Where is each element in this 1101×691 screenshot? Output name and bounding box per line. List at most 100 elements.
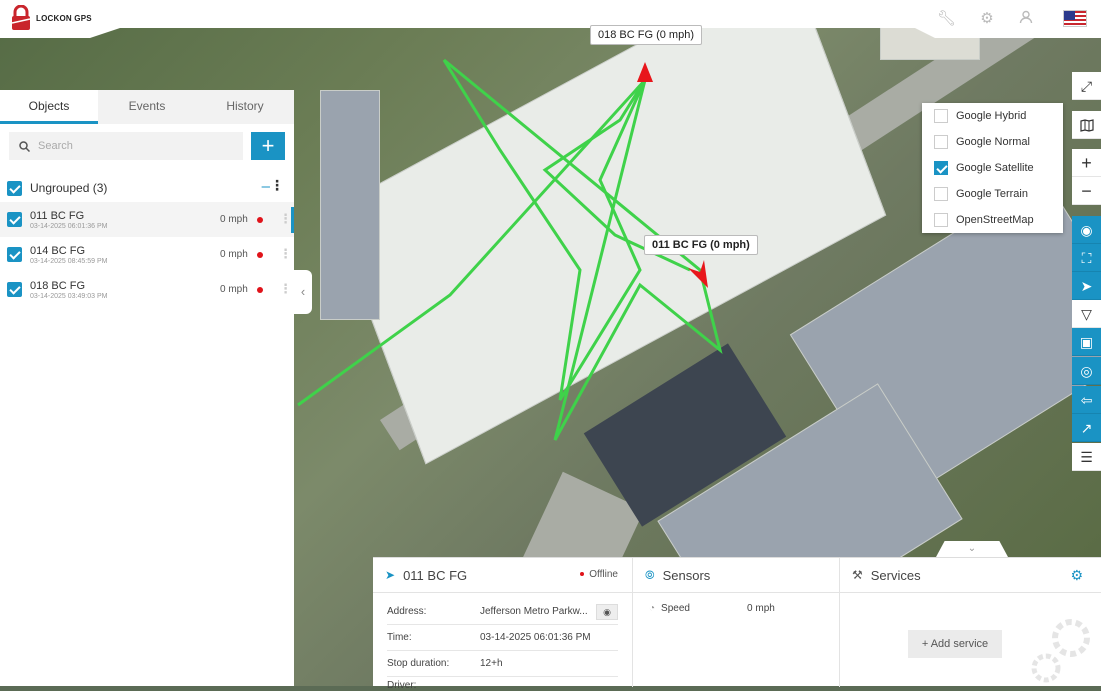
map-type-checkbox[interactable] bbox=[934, 135, 948, 149]
eye-icon[interactable]: ◉ bbox=[596, 603, 618, 620]
navigate-icon[interactable]: ➤ bbox=[1072, 272, 1101, 300]
selection-indicator bbox=[291, 207, 294, 233]
map-type-google-hybrid[interactable]: Google Hybrid bbox=[922, 103, 1063, 129]
sensors-header: ⦾ Sensors bbox=[633, 558, 839, 593]
sensor-value: 0 mph bbox=[747, 603, 775, 614]
zoom-out-icon[interactable]: − bbox=[1072, 177, 1101, 205]
navigation-arrow-icon: ➤ bbox=[385, 568, 396, 582]
zoom-in-icon[interactable]: + bbox=[1072, 149, 1101, 177]
sensors-title: Sensors bbox=[662, 567, 711, 583]
add-object-button[interactable]: + bbox=[251, 132, 285, 160]
logo[interactable]: LOCKON GPS bbox=[10, 5, 92, 31]
routes-icon[interactable]: ▽ bbox=[1072, 300, 1101, 328]
expand-bottom-panel-button[interactable]: ⌄ bbox=[936, 541, 1008, 557]
wrench-icon[interactable]: 🔧︎ bbox=[937, 10, 956, 28]
detail-key: Time: bbox=[387, 632, 412, 643]
object-speed: 0 mph bbox=[220, 284, 248, 295]
map-type-checkbox[interactable] bbox=[934, 161, 948, 175]
logo-text: LOCKON GPS bbox=[36, 13, 92, 23]
sensor-name: Speed bbox=[661, 603, 690, 614]
object-row[interactable]: 014 BC FG 03-14-2025 08:45:59 PM 0 mph ⋮ bbox=[0, 237, 294, 272]
object-speed: 0 mph bbox=[220, 214, 248, 225]
map-type-checkbox[interactable] bbox=[934, 213, 948, 227]
gear-icon[interactable]: ⚙ bbox=[978, 10, 996, 28]
map-layers-icon[interactable] bbox=[1072, 111, 1101, 139]
map-type-openstreetmap[interactable]: OpenStreetMap bbox=[922, 207, 1063, 233]
status-dot bbox=[257, 287, 263, 293]
tab-history[interactable]: History bbox=[196, 90, 294, 124]
sensors-section: ⦾ Sensors ◔ Speed 0 mph bbox=[633, 558, 840, 687]
tab-events[interactable]: Events bbox=[98, 90, 196, 124]
group-checkbox[interactable] bbox=[7, 180, 22, 196]
traffic-light-icon[interactable]: ☰ bbox=[1072, 443, 1101, 471]
signal-icon: ⦾ bbox=[645, 567, 655, 582]
speedometer-icon: ◔ bbox=[649, 603, 656, 614]
object-row[interactable]: 011 BC FG 03-14-2025 06:01:36 PM 0 mph ⋮ bbox=[0, 202, 294, 237]
send-icon[interactable]: ↗ bbox=[1072, 414, 1101, 442]
status-badge: Offline bbox=[580, 569, 618, 580]
map-type-label: Google Hybrid bbox=[956, 110, 1027, 122]
collapse-panel-button[interactable]: ‹ bbox=[294, 270, 312, 314]
map-type-label: OpenStreetMap bbox=[956, 214, 1034, 226]
object-time: 03-14-2025 03:49:03 PM bbox=[30, 292, 108, 300]
vehicle-label[interactable]: 011 BC FG (0 mph) bbox=[644, 235, 758, 255]
add-service-button[interactable]: + Add service bbox=[908, 630, 1002, 658]
services-title: Services bbox=[870, 567, 921, 583]
user-icon[interactable] bbox=[1017, 10, 1035, 28]
status-dot bbox=[257, 217, 263, 223]
tab-objects[interactable]: Objects bbox=[0, 90, 98, 124]
group-label: Ungrouped (3) bbox=[30, 181, 108, 195]
search-input[interactable] bbox=[38, 140, 218, 152]
place-marker-icon[interactable]: ◎ bbox=[1072, 357, 1101, 385]
circle-target-icon[interactable]: ◉ bbox=[1072, 216, 1101, 244]
top-bar: LOCKON GPS 🔧︎ ⚙ bbox=[0, 0, 1101, 38]
object-menu-icon[interactable]: ⋮ bbox=[279, 281, 292, 297]
detail-row: Address: Jefferson Metro Parkw... ◉ bbox=[387, 599, 618, 625]
object-time: 03-14-2025 06:01:36 PM bbox=[30, 222, 108, 230]
object-menu-icon[interactable]: ⋮ bbox=[279, 246, 292, 262]
object-speed: 0 mph bbox=[220, 249, 248, 260]
fit-bounds-icon[interactable]: ⛶ bbox=[1072, 244, 1101, 272]
object-checkbox[interactable] bbox=[7, 212, 22, 227]
detail-value: Jefferson Metro Parkw... bbox=[480, 606, 588, 617]
detail-row: Time: 03-14-2025 06:01:36 PM bbox=[387, 625, 618, 651]
vehicle-label[interactable]: 018 BC FG (0 mph) bbox=[590, 25, 702, 45]
map-type-google-satellite[interactable]: Google Satellite bbox=[922, 155, 1063, 181]
object-name: 018 BC FG bbox=[30, 279, 86, 292]
search-box bbox=[9, 132, 243, 160]
object-row[interactable]: 018 BC FG 03-14-2025 03:49:03 PM 0 mph ⋮ bbox=[0, 272, 294, 307]
lock-logo-icon bbox=[11, 5, 31, 30]
group-row[interactable]: Ungrouped (3) – ⋮ bbox=[0, 174, 294, 202]
object-checkbox[interactable] bbox=[7, 282, 22, 297]
back-icon[interactable]: ⇦ bbox=[1072, 386, 1101, 414]
services-settings-gear-icon[interactable]: ⚙ bbox=[1070, 567, 1083, 584]
map-type-google-normal[interactable]: Google Normal bbox=[922, 129, 1063, 155]
fullscreen-icon[interactable]: ⤢ bbox=[1072, 72, 1101, 100]
object-name: 011 BC FG bbox=[30, 209, 85, 222]
detail-value: 12+h bbox=[480, 658, 503, 669]
object-checkbox[interactable] bbox=[7, 247, 22, 262]
map-type-label: Google Normal bbox=[956, 136, 1030, 148]
services-section: ⚒ Services ⚙ bbox=[840, 558, 1101, 687]
top-bar-background bbox=[0, 0, 1101, 38]
map-type-google-terrain[interactable]: Google Terrain bbox=[922, 181, 1063, 207]
detail-value: 03-14-2025 06:01:36 PM bbox=[480, 632, 591, 643]
object-details: ➤ 011 BC FG Offline Address: Jefferson M… bbox=[373, 558, 633, 691]
wrench-icon: ⚒ bbox=[852, 568, 863, 582]
status-dot bbox=[257, 252, 263, 258]
services-header: ⚒ Services ⚙ bbox=[840, 558, 1101, 593]
collapse-group-icon[interactable]: – bbox=[262, 178, 270, 195]
search-row: + bbox=[0, 124, 294, 168]
detail-row: Driver: bbox=[387, 677, 618, 691]
us-flag-icon[interactable] bbox=[1063, 10, 1087, 27]
sensor-row: ◔ Speed 0 mph bbox=[633, 603, 839, 614]
vehicle-marker bbox=[637, 62, 653, 82]
map-type-checkbox[interactable] bbox=[934, 109, 948, 123]
map-type-label: Google Terrain bbox=[956, 188, 1028, 200]
object-details-header: ➤ 011 BC FG Offline bbox=[373, 558, 632, 593]
object-time: 03-14-2025 08:45:59 PM bbox=[30, 257, 108, 265]
map-type-checkbox[interactable] bbox=[934, 187, 948, 201]
group-menu-icon[interactable]: ⋮ bbox=[270, 177, 284, 194]
lock-icon[interactable]: ▣ bbox=[1072, 328, 1101, 356]
detail-key: Address: bbox=[387, 606, 427, 617]
